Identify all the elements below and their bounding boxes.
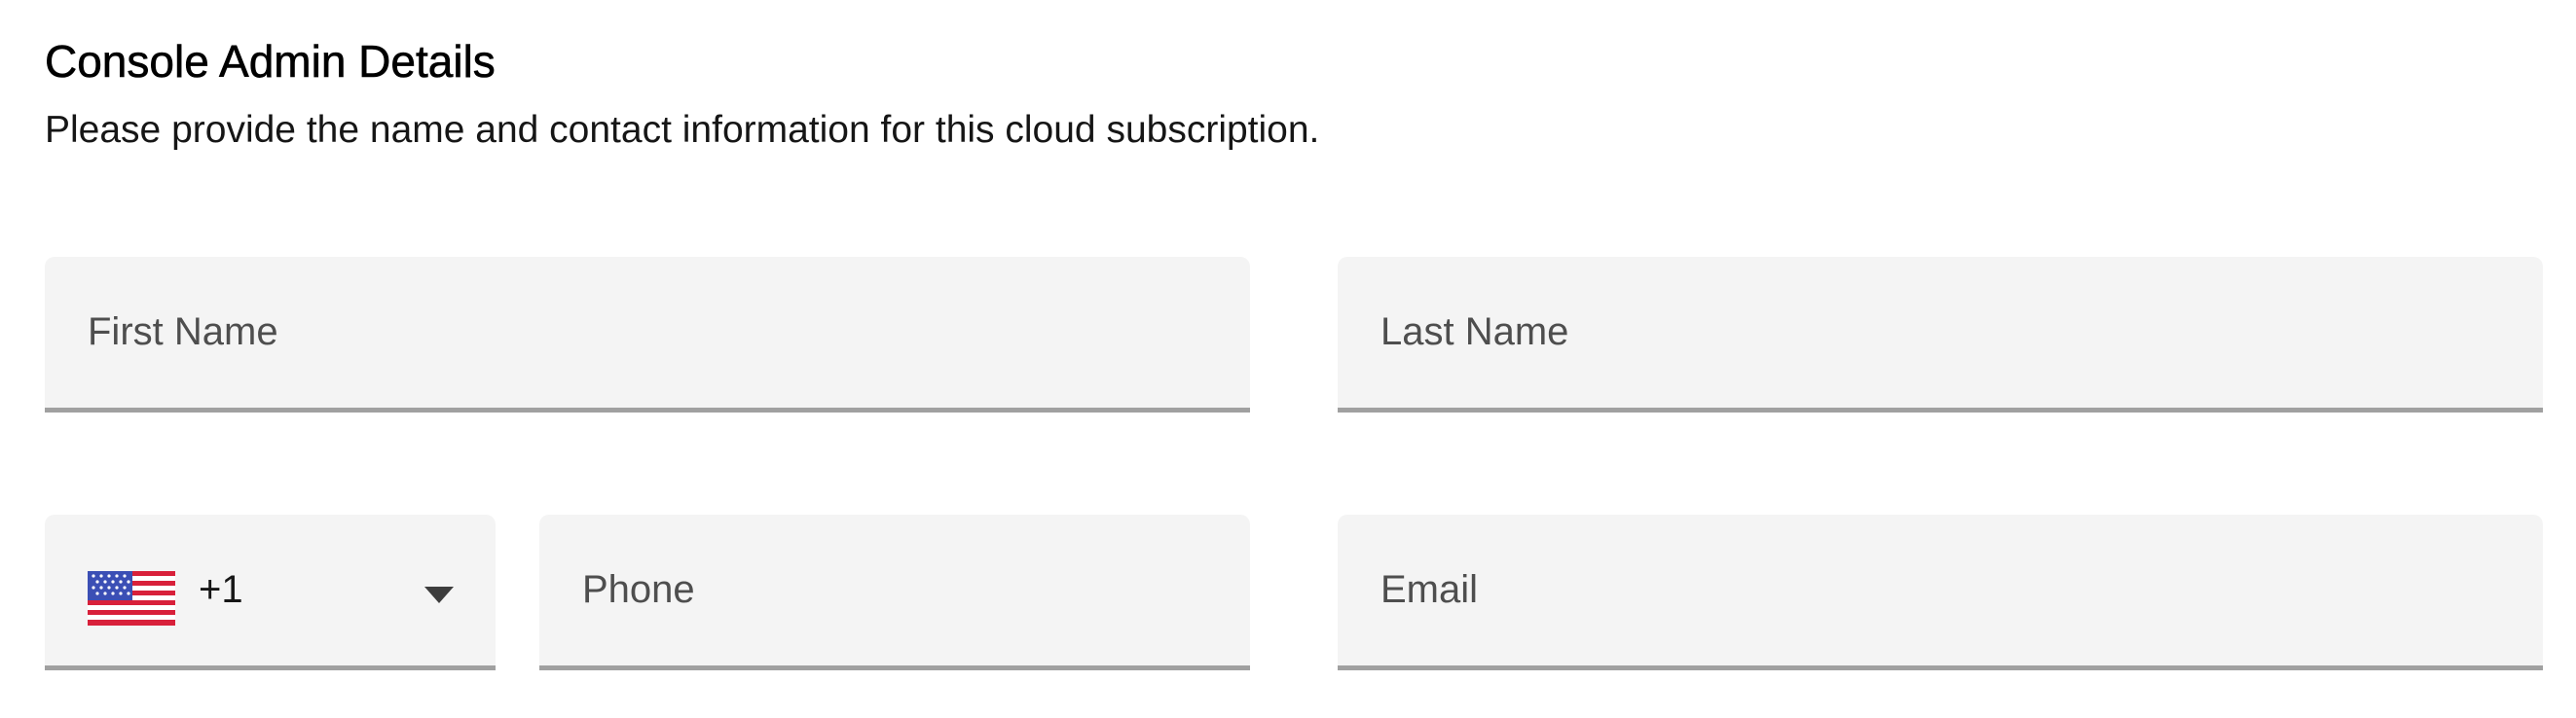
last-name-input[interactable] [1338, 257, 2543, 408]
first-name-field[interactable] [45, 257, 1250, 413]
country-code-select[interactable]: +1 [45, 515, 496, 670]
last-name-field[interactable] [1338, 257, 2543, 413]
section-description: Please provide the name and contact info… [45, 109, 1320, 151]
email-field[interactable] [1338, 515, 2543, 670]
email-input[interactable] [1338, 515, 2543, 665]
country-code-value: +1 [199, 568, 243, 611]
phone-field[interactable] [539, 515, 1250, 670]
first-name-input[interactable] [45, 257, 1250, 408]
section-title: Console Admin Details [45, 36, 496, 88]
us-flag-icon [88, 571, 175, 626]
caret-down-icon [424, 587, 454, 603]
phone-input[interactable] [539, 515, 1250, 665]
